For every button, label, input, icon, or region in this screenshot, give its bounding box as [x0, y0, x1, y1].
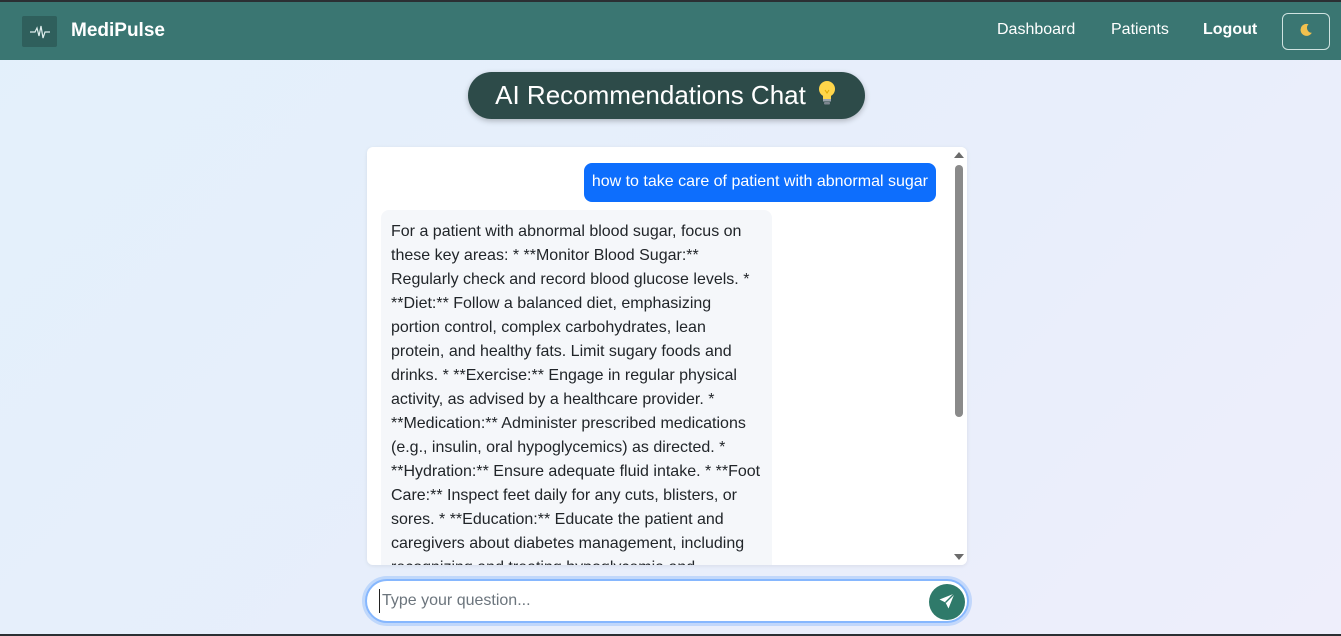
nav-logout-link[interactable]: Logout: [1203, 21, 1257, 39]
nav-dashboard-link[interactable]: Dashboard: [997, 21, 1075, 39]
nav-patients-link[interactable]: Patients: [1111, 21, 1169, 39]
send-button[interactable]: [929, 584, 965, 620]
page-title: AI Recommendations Chat: [495, 80, 806, 110]
assistant-message: For a patient with abnormal blood sugar,…: [381, 210, 772, 565]
page-title-pill: AI Recommendations Chat: [468, 72, 865, 119]
send-icon: [938, 592, 956, 613]
user-message: how to take care of patient with abnorma…: [583, 163, 936, 202]
scroll-up-arrow-icon[interactable]: [954, 152, 964, 158]
chat-window[interactable]: how to take care of patient with abnorma…: [367, 147, 967, 565]
scroll-thumb[interactable]: [955, 165, 963, 417]
question-input[interactable]: [379, 589, 919, 613]
moon-icon: [1298, 22, 1314, 41]
theme-toggle-button[interactable]: [1282, 13, 1330, 50]
heartbeat-icon[interactable]: [22, 16, 57, 47]
lightbulb-icon: [816, 80, 838, 111]
scroll-down-arrow-icon[interactable]: [954, 554, 964, 560]
chat-scrollbar[interactable]: [950, 147, 967, 565]
brand-name[interactable]: MediPulse: [71, 20, 165, 42]
navbar: MediPulse Dashboard Patients Logout: [0, 2, 1341, 60]
question-input-container: [365, 579, 969, 623]
